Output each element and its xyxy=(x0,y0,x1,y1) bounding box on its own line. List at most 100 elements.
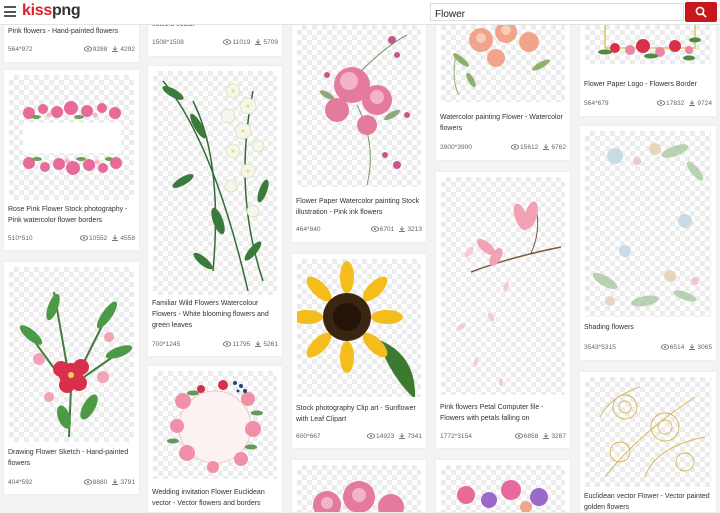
download-count: 3213 xyxy=(407,226,422,233)
download-count: 7341 xyxy=(407,433,422,440)
card-meta: 700*1245 11795 5261 xyxy=(152,341,278,351)
download-count: 4292 xyxy=(120,46,135,53)
eye-icon xyxy=(656,100,665,106)
result-card-rose-border[interactable]: Rose Pink Flower Stock photography - Pin… xyxy=(4,70,139,250)
card-title[interactable]: Watercolor painting Flower - Watercolor … xyxy=(440,112,566,134)
result-card-pink-ink-flowers[interactable]: Flower Paper Watercolor painting Stock i… xyxy=(292,10,426,242)
download-count: 5261 xyxy=(263,341,278,348)
result-card-wild-flowers[interactable]: Familiar Wild Flowers Watercolour Flower… xyxy=(148,66,282,356)
card-meta: 1508*1508 11019 5709 xyxy=(152,39,278,49)
card-title[interactable]: Stock photography Clip art - Sunflower w… xyxy=(296,403,422,425)
download-icon xyxy=(689,344,696,350)
image-dimensions: 600*667 xyxy=(296,433,321,440)
result-card-shading-flowers[interactable]: Shading flowers 3543*5315 6514 3065 xyxy=(580,126,716,360)
card-meta: 404*592 8880 3791 xyxy=(8,479,135,489)
card-title[interactable]: Euclidean vector Flower - Vector painted… xyxy=(584,491,712,513)
card-title[interactable]: Rose Pink Flower Stock photography - Pin… xyxy=(8,204,135,226)
result-card-watercolor-flowers[interactable]: Watercolor painting Flower - Watercolor … xyxy=(436,10,570,160)
result-thumbnail[interactable] xyxy=(9,75,134,200)
result-thumbnail[interactable] xyxy=(153,71,277,295)
pink-floral-frame-image xyxy=(23,101,122,175)
view-count: 6514 xyxy=(669,344,685,351)
card-meta: 600*667 14923 7341 xyxy=(296,433,422,443)
view-count: 10552 xyxy=(88,235,108,242)
sunflower-image xyxy=(297,261,415,397)
colorful-flowers-image xyxy=(457,480,548,512)
result-card-golden-flowers[interactable]: Euclidean vector Flower - Vector painted… xyxy=(580,372,716,512)
card-title[interactable]: Shading flowers xyxy=(584,322,712,333)
golden-line-flowers-image xyxy=(599,386,706,478)
card-title[interactable]: Pink flowers Petal Computer file - Flowe… xyxy=(440,402,566,424)
image-dimensions: 404*592 xyxy=(8,479,33,486)
download-count: 3791 xyxy=(120,479,135,486)
result-thumbnail[interactable] xyxy=(297,465,421,512)
card-meta: 3543*5315 6514 3065 xyxy=(584,344,712,354)
image-dimensions: 510*510 xyxy=(8,235,33,242)
logo-text-kiss: kiss xyxy=(22,2,52,19)
result-card-rose-bouquet[interactable] xyxy=(292,460,426,512)
result-thumbnail[interactable] xyxy=(297,259,421,397)
hibiscus-palm-image xyxy=(19,291,133,438)
eye-icon xyxy=(83,46,92,52)
download-icon xyxy=(112,46,119,52)
download-count: 6762 xyxy=(551,144,566,151)
result-thumbnail[interactable] xyxy=(441,465,565,512)
result-card-wedding-invitation[interactable]: Wedding invitation Flower Euclidean vect… xyxy=(148,366,282,512)
magnolia-branch-image xyxy=(456,201,562,386)
download-icon xyxy=(399,226,406,232)
view-count: 8880 xyxy=(92,479,108,486)
download-icon xyxy=(255,39,262,45)
download-icon xyxy=(255,341,262,347)
view-count: 11019 xyxy=(232,39,251,46)
search-button[interactable] xyxy=(685,2,717,22)
download-count: 4558 xyxy=(120,235,135,242)
view-count: 9288 xyxy=(92,46,108,53)
card-title[interactable]: Flower Paper Logo - Flowers Border xyxy=(584,79,712,90)
download-icon xyxy=(543,144,550,150)
eye-icon xyxy=(514,433,523,439)
result-thumbnail[interactable] xyxy=(297,15,421,187)
card-meta: 510*510 10552 4558 xyxy=(8,235,135,245)
result-card-sunflower[interactable]: Stock photography Clip art - Sunflower w… xyxy=(292,254,426,448)
card-meta: 564*972 9288 4292 xyxy=(8,46,135,56)
eye-icon xyxy=(83,479,92,485)
result-card-flowers-border[interactable]: Flower Paper Logo - Flowers Border 564*6… xyxy=(580,10,716,116)
eye-icon xyxy=(510,144,519,150)
result-card-falling-petals[interactable]: Pink flowers Petal Computer file - Flowe… xyxy=(436,172,570,448)
result-thumbnail[interactable] xyxy=(153,371,277,479)
result-thumbnail[interactable] xyxy=(9,267,134,442)
view-count: 17832 xyxy=(665,100,685,107)
download-icon xyxy=(112,479,119,485)
card-title[interactable]: Pink flowers - Hand-painted flowers xyxy=(8,26,135,37)
eye-icon xyxy=(223,39,232,45)
download-count: 3287 xyxy=(551,433,566,440)
image-dimensions: 3900*3900 xyxy=(440,144,472,151)
image-dimensions: 1772*3154 xyxy=(440,433,472,440)
search-box xyxy=(430,3,684,23)
site-logo[interactable]: kisspng xyxy=(22,2,81,20)
card-title[interactable]: Drawing Flower Sketch - Hand-painted flo… xyxy=(8,447,135,469)
search-input[interactable] xyxy=(431,6,679,23)
image-dimensions: 564*679 xyxy=(584,100,609,107)
download-count: 3065 xyxy=(697,344,712,351)
result-card-drawing-flower[interactable]: Drawing Flower Sketch - Hand-painted flo… xyxy=(4,262,139,494)
pink-peony-image xyxy=(319,34,410,186)
hamburger-menu-icon[interactable] xyxy=(4,6,16,17)
card-title[interactable]: Wedding invitation Flower Euclidean vect… xyxy=(152,487,278,509)
magnifier-icon xyxy=(695,6,707,18)
card-title[interactable]: Flower Paper Watercolor painting Stock i… xyxy=(296,196,422,218)
eye-icon xyxy=(223,341,232,347)
view-count: 11795 xyxy=(232,341,251,348)
card-title[interactable]: Familiar Wild Flowers Watercolour Flower… xyxy=(152,298,278,331)
result-thumbnail[interactable] xyxy=(441,177,565,395)
eye-icon xyxy=(660,344,669,350)
card-meta: 464*840 6701 3213 xyxy=(296,226,422,236)
image-dimensions: 464*840 xyxy=(296,226,321,233)
card-meta: 3900*3900 15612 6762 xyxy=(440,144,566,154)
result-card-watercolor-bouquet[interactable] xyxy=(436,460,570,512)
result-thumbnail[interactable] xyxy=(585,377,711,487)
result-thumbnail[interactable] xyxy=(585,131,711,317)
eye-icon xyxy=(366,433,375,439)
image-dimensions: 700*1245 xyxy=(152,341,181,348)
shading-flowers-image xyxy=(592,143,704,307)
